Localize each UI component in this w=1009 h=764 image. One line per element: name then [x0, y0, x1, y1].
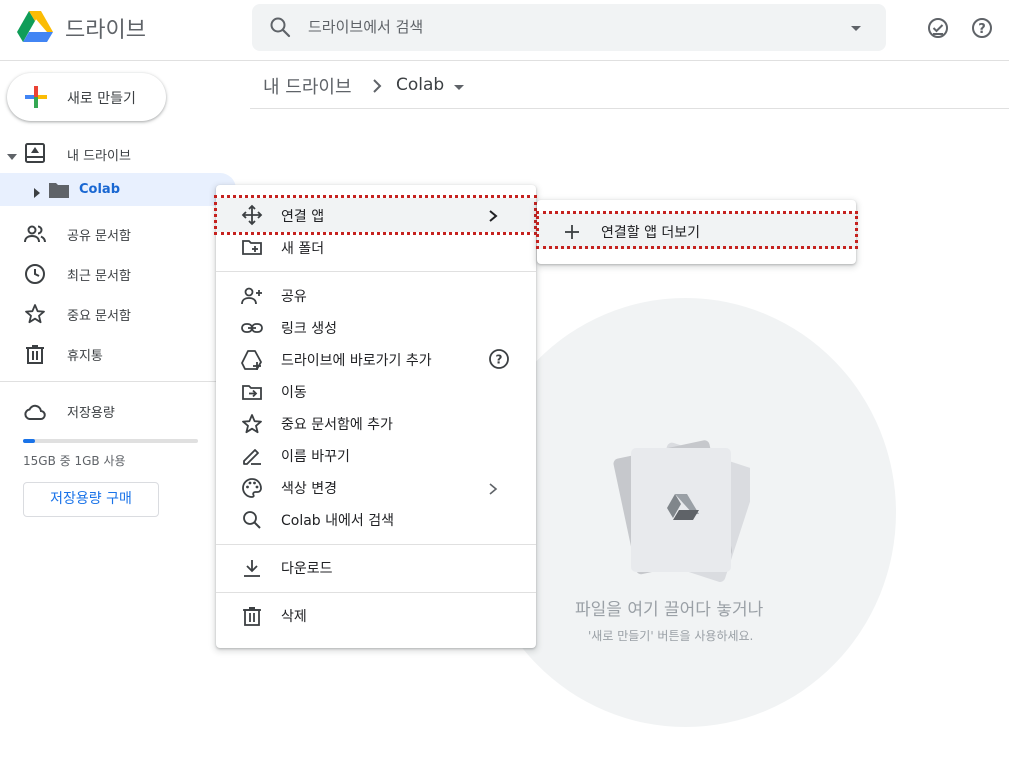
- menu-item-rename[interactable]: 이름 바꾸기: [281, 446, 350, 466]
- plus-icon: [23, 84, 49, 110]
- new-folder-icon: [240, 235, 264, 259]
- chevron-right-icon: [368, 77, 386, 95]
- search-options-icon[interactable]: [846, 18, 866, 38]
- header-divider: [0, 60, 1009, 61]
- link-icon: [240, 316, 264, 340]
- search-icon: [240, 508, 264, 532]
- svg-text:?: ?: [496, 353, 503, 367]
- storage-bar: [23, 439, 198, 443]
- help-icon[interactable]: ?: [968, 14, 996, 42]
- recent-icon: [23, 262, 47, 286]
- breadcrumb-my-drive[interactable]: 내 드라이브: [263, 73, 352, 99]
- sidebar-item-storage[interactable]: 저장용량: [67, 402, 115, 421]
- sidebar-item-starred[interactable]: 중요 문서함: [67, 305, 131, 324]
- my-drive-icon: [23, 141, 47, 165]
- sidebar-item-shared[interactable]: 공유 문서함: [67, 225, 131, 244]
- palette-icon: [240, 476, 264, 500]
- cloud-icon: [23, 400, 47, 424]
- empty-state-subtitle: '새로 만들기' 버튼을 사용하세요.: [588, 629, 754, 643]
- menu-item-new-folder[interactable]: 새 폴더: [281, 238, 324, 258]
- new-button-label: 새로 만들기: [67, 91, 136, 107]
- add-shortcut-icon: [240, 348, 264, 372]
- trash-icon: [240, 604, 264, 628]
- menu-item-share[interactable]: 공유: [281, 286, 307, 306]
- menu-item-search-in-folder[interactable]: Colab 내에서 검색: [281, 510, 394, 530]
- drop-files-illustration: [605, 434, 759, 584]
- star-icon: [240, 412, 264, 436]
- menu-item-move[interactable]: 이동: [281, 382, 307, 402]
- chevron-right-icon: [486, 481, 500, 495]
- menu-item-get-link[interactable]: 링크 생성: [281, 318, 337, 338]
- app-title[interactable]: 드라이브: [65, 12, 146, 44]
- collapse-arrow-icon[interactable]: [6, 148, 18, 160]
- sidebar-divider: [0, 381, 236, 382]
- menu-divider: [216, 271, 536, 272]
- menu-item-download[interactable]: 다운로드: [281, 558, 333, 578]
- help-icon[interactable]: ?: [487, 347, 511, 371]
- buy-storage-button[interactable]: 저장용량 구매: [23, 482, 159, 517]
- menu-item-add-to-starred[interactable]: 중요 문서함에 추가: [281, 414, 393, 434]
- download-icon: [240, 556, 264, 580]
- storage-usage-text: 15GB 중 1GB 사용: [23, 454, 126, 468]
- menu-item-add-shortcut[interactable]: 드라이브에 바로가기 추가: [281, 350, 432, 370]
- empty-state-title: 파일을 여기 끌어다 놓거나: [575, 600, 764, 620]
- chevron-down-icon[interactable]: [451, 79, 467, 95]
- menu-item-delete[interactable]: 삭제: [281, 606, 307, 626]
- sidebar-item-recent[interactable]: 최근 문서함: [67, 265, 131, 284]
- drive-logo-icon[interactable]: [16, 10, 54, 44]
- expand-arrow-icon[interactable]: [32, 184, 42, 198]
- menu-divider: [216, 592, 536, 593]
- sidebar-item-my-drive[interactable]: 내 드라이브: [67, 145, 131, 164]
- highlight-box-connected-apps: [214, 195, 537, 235]
- breadcrumb-current-folder[interactable]: Colab: [396, 75, 444, 95]
- storage-bar-fill: [23, 439, 35, 443]
- svg-text:?: ?: [978, 22, 986, 37]
- search-icon[interactable]: [268, 15, 292, 39]
- breadcrumb-divider: [250, 108, 1009, 109]
- folder-icon: [47, 178, 71, 202]
- search-input[interactable]: [308, 15, 828, 39]
- share-icon: [240, 284, 264, 308]
- menu-divider: [216, 544, 536, 545]
- sidebar-item-trash[interactable]: 휴지통: [67, 345, 103, 364]
- highlight-box-more-apps: [536, 211, 858, 249]
- menu-item-change-color[interactable]: 색상 변경: [281, 478, 337, 498]
- shared-icon: [23, 222, 47, 246]
- move-icon: [240, 380, 264, 404]
- star-icon: [23, 302, 47, 326]
- ready-offline-icon[interactable]: [924, 14, 952, 42]
- rename-icon: [240, 444, 264, 468]
- sidebar-item-colab-label: Colab: [79, 182, 121, 197]
- trash-icon: [23, 342, 47, 366]
